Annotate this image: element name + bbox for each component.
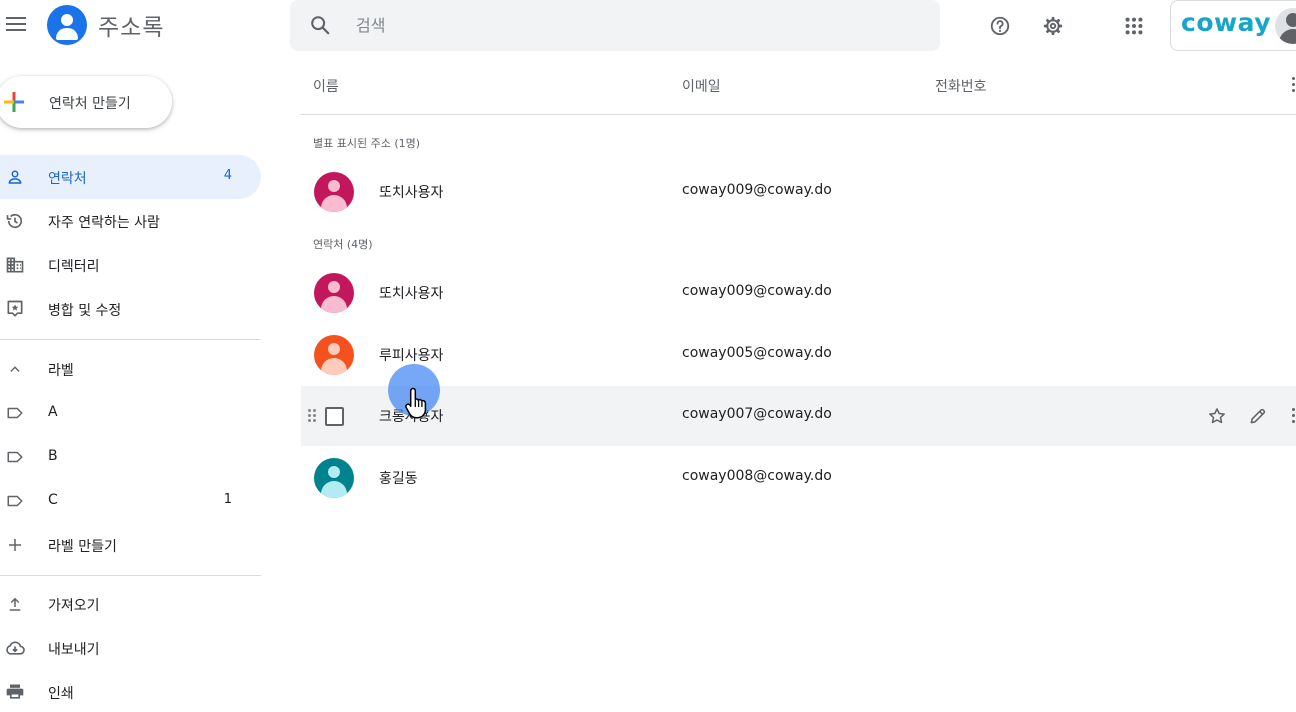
- apps-grid-icon[interactable]: [1119, 11, 1149, 41]
- contact-name: 또치사용자: [379, 185, 444, 201]
- top-app-bar: 주소록 검색 coway: [0, 0, 1296, 56]
- brand-logo: coway: [1181, 8, 1271, 37]
- sidebar-item-label: 병합 및 수정: [48, 303, 122, 319]
- contact-row[interactable]: 또치사용자 coway009@coway.do: [301, 162, 1296, 222]
- help-icon[interactable]: [985, 11, 1015, 41]
- chevron-up-icon: [4, 358, 26, 380]
- sidebar-item-label-c[interactable]: C 1: [0, 479, 261, 523]
- starred-section-label: 별표 표시된 주소 (1명): [313, 137, 421, 150]
- main-menu-icon[interactable]: [2, 10, 30, 38]
- drag-handle-icon[interactable]: [308, 409, 318, 423]
- plus-icon: [4, 92, 24, 112]
- contact-email: coway009@coway.do: [682, 283, 832, 299]
- sidebar-item-merge-fix[interactable]: 병합 및 수정: [0, 287, 261, 331]
- search-input[interactable]: [356, 10, 916, 40]
- contact-row[interactable]: 홍길동 coway008@coway.do: [301, 448, 1296, 508]
- contact-avatar-icon: [314, 273, 354, 313]
- search-bar[interactable]: [290, 0, 940, 51]
- building-icon: [4, 254, 26, 276]
- contact-select-checkbox[interactable]: [325, 407, 344, 426]
- person-icon: [4, 166, 26, 188]
- plus-icon: [4, 534, 26, 556]
- edit-pencil-icon[interactable]: [1246, 404, 1270, 428]
- print-icon: [4, 681, 26, 703]
- sidebar-item-label: 인쇄: [48, 686, 74, 702]
- contact-row[interactable]: 루피사용자 coway005@coway.do: [301, 325, 1296, 385]
- sidebar-item-export[interactable]: 내보내기: [0, 626, 261, 670]
- sidebar-item-frequent[interactable]: 자주 연락하는 사람: [0, 199, 261, 243]
- sidebar-item-label: 가져오기: [48, 598, 100, 614]
- contact-name: 루피사용자: [379, 348, 444, 364]
- sidebar-item-directory[interactable]: 디렉터리: [0, 243, 261, 287]
- sidebar-item-label: 디렉터리: [48, 259, 100, 275]
- contact-avatar-icon: [314, 458, 354, 498]
- upload-icon: [4, 593, 26, 615]
- sidebar-item-import[interactable]: 가져오기: [0, 582, 261, 626]
- sidebar-item-label: 내보내기: [48, 642, 100, 658]
- sidebar-item-label: 자주 연락하는 사람: [48, 215, 160, 231]
- contact-row-hovered[interactable]: 크롱사용자 coway007@coway.do: [301, 386, 1296, 446]
- contacts-logo-icon[interactable]: [47, 5, 87, 45]
- label-tag-icon: [4, 402, 26, 424]
- sidebar-item-label: C: [48, 492, 58, 508]
- list-header-divider: [301, 114, 1296, 115]
- merge-icon: [4, 298, 26, 320]
- contact-name: 또치사용자: [379, 286, 444, 302]
- sidebar-divider: [0, 339, 261, 340]
- contacts-section-label: 연락처 (4명): [313, 238, 373, 251]
- sidebar-divider: [0, 575, 261, 576]
- column-header-email[interactable]: 이메일: [682, 76, 721, 96]
- app-title[interactable]: 주소록: [98, 8, 164, 42]
- contacts-count: 4: [223, 168, 232, 183]
- contact-avatar-icon: [314, 335, 354, 375]
- contact-email: coway005@coway.do: [682, 345, 832, 361]
- sidebar-item-print[interactable]: 인쇄: [0, 670, 261, 712]
- account-avatar-icon[interactable]: [1275, 8, 1296, 44]
- contact-email: coway007@coway.do: [682, 406, 832, 422]
- star-icon[interactable]: [1205, 404, 1229, 428]
- contact-row[interactable]: 또치사용자 coway009@coway.do: [301, 263, 1296, 323]
- more-options-icon[interactable]: [1292, 408, 1296, 424]
- sidebar-item-label: B: [48, 448, 58, 464]
- column-options-more-icon[interactable]: [1290, 76, 1296, 94]
- create-label-button[interactable]: 라벨 만들기: [0, 523, 261, 567]
- sidebar-item-label: 연락처: [48, 171, 87, 187]
- sidebar-item-contacts[interactable]: 연락처 4: [0, 155, 261, 199]
- sidebar-item-label-a[interactable]: A: [0, 391, 261, 435]
- contact-email: coway008@coway.do: [682, 468, 832, 484]
- search-icon[interactable]: [309, 14, 331, 36]
- sidebar-item-label-b[interactable]: B: [0, 435, 261, 479]
- contact-name: 홍길동: [379, 471, 418, 487]
- labels-section-toggle[interactable]: 라벨: [0, 347, 261, 391]
- labels-header: 라벨: [48, 363, 74, 379]
- settings-gear-icon[interactable]: [1038, 11, 1068, 41]
- label-count: 1: [223, 492, 232, 507]
- column-header-phone[interactable]: 전화번호: [935, 76, 987, 96]
- account-switcher[interactable]: coway: [1170, 0, 1296, 51]
- create-label-label: 라벨 만들기: [48, 539, 117, 555]
- contact-email: coway009@coway.do: [682, 182, 832, 198]
- column-header-name[interactable]: 이름: [313, 76, 339, 96]
- cloud-download-icon: [4, 637, 26, 659]
- create-contact-button[interactable]: 연락처 만들기: [0, 76, 172, 128]
- sidebar-item-label: A: [48, 404, 58, 420]
- history-icon: [4, 210, 26, 232]
- create-contact-label: 연락처 만들기: [49, 96, 131, 112]
- label-tag-icon: [4, 490, 26, 512]
- hand-pointer-cursor-icon: [405, 387, 427, 419]
- label-tag-icon: [4, 446, 26, 468]
- contact-avatar-icon: [314, 172, 354, 212]
